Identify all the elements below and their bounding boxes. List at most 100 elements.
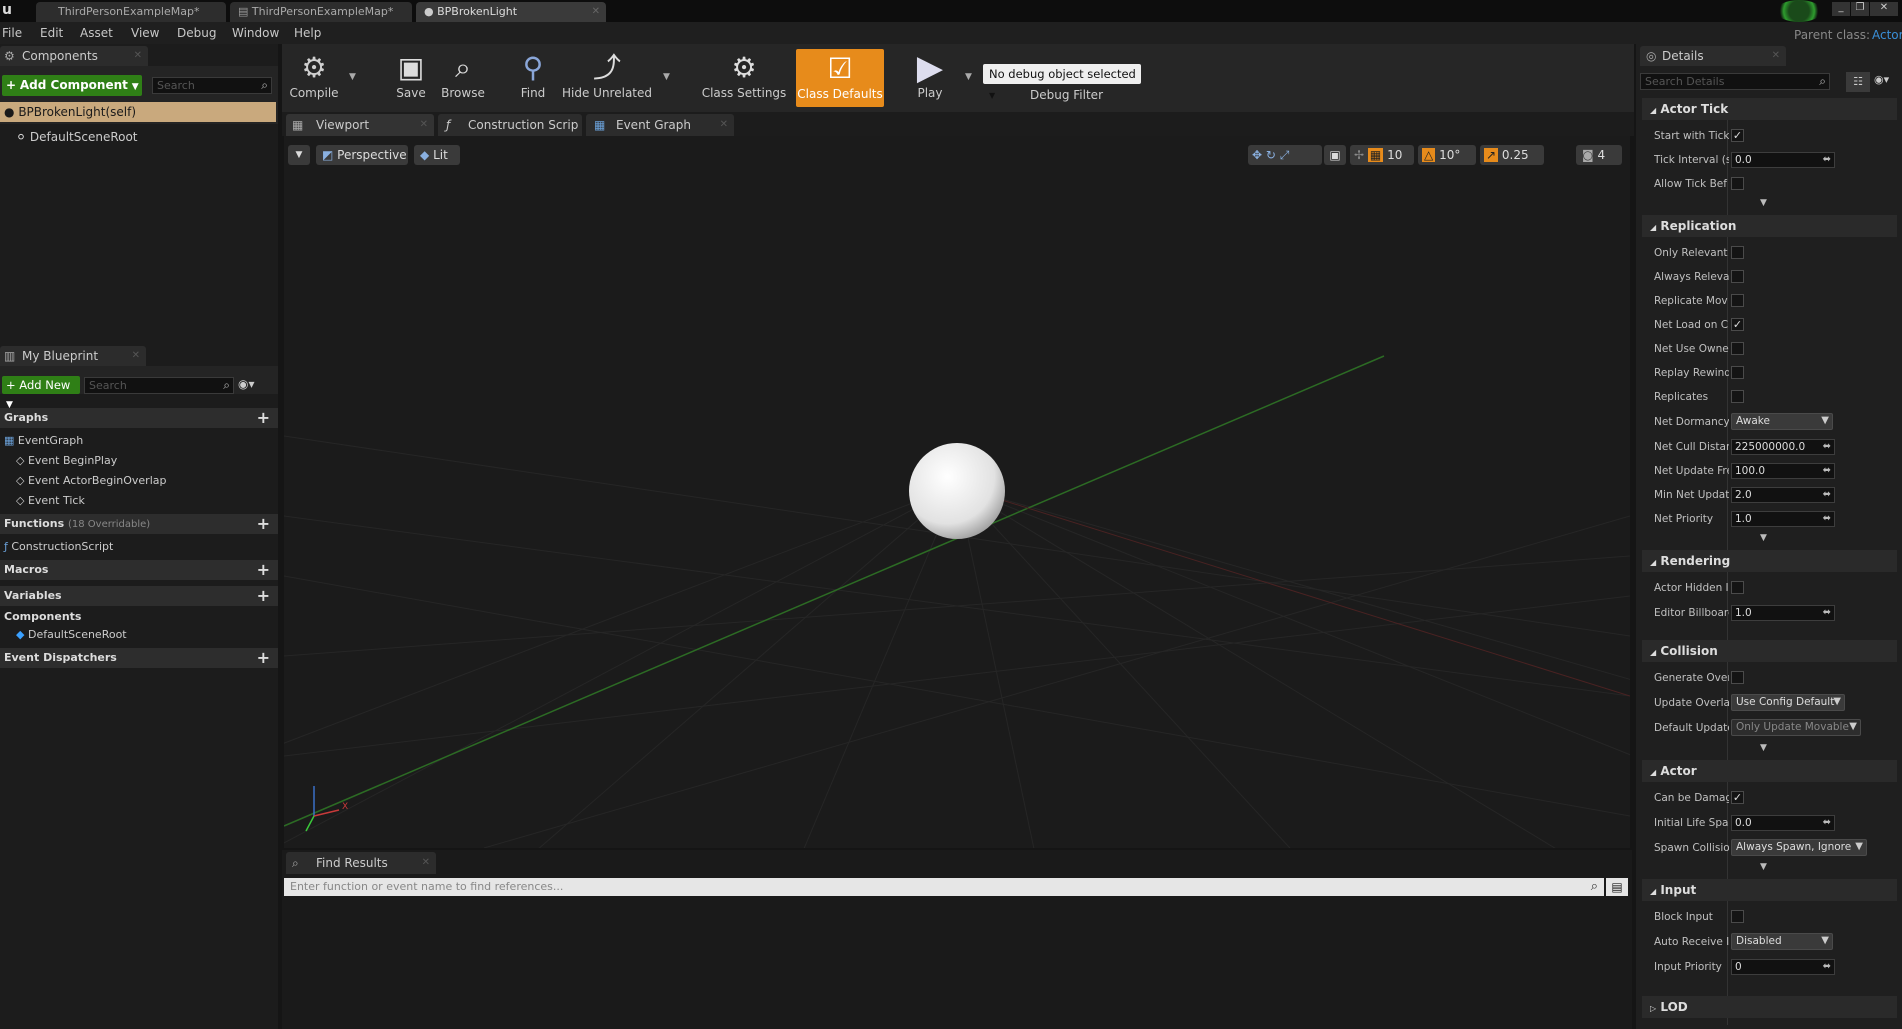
event-begin-play-item[interactable]: ◇ Event BeginPlay (16, 454, 117, 467)
actor-tick-category[interactable]: ◢ Actor Tick (1642, 98, 1897, 120)
lod-category[interactable]: ▷ LOD (1642, 996, 1897, 1018)
initial-life-span-field[interactable]: 0.0 ⬌ (1731, 815, 1835, 831)
details-tab[interactable]: ◎ Details ✕ (1640, 46, 1786, 66)
lit-button[interactable]: ◆ Lit (414, 145, 460, 165)
event-dispatchers-section-header[interactable]: Event Dispatchers + (0, 648, 278, 668)
replication-category[interactable]: ◢ Replication (1642, 215, 1897, 237)
rotation-snap-button[interactable]: △ 10° (1418, 145, 1476, 165)
tab-construction-script[interactable]: ƒ Construction Scrip (438, 114, 582, 136)
close-icon[interactable]: ✕ (720, 114, 728, 136)
net-cull-distance-field[interactable]: 225000000.0 ⬌ (1731, 439, 1835, 455)
add-graph-plus-icon[interactable]: + (257, 408, 270, 428)
components-tab[interactable]: ⚙ Components ✕ (0, 46, 148, 66)
perspective-button[interactable]: ◩ Perspective (316, 145, 408, 165)
replicate-movement-checkbox[interactable] (1731, 294, 1744, 307)
input-category[interactable]: ◢ Input (1642, 879, 1897, 901)
block-input-checkbox[interactable] (1731, 910, 1744, 923)
tab-event-graph[interactable]: ▦ Event Graph ✕ (586, 114, 734, 136)
parent-class-link[interactable]: Actor (1872, 28, 1902, 42)
add-new-button[interactable]: + Add New ▼ (2, 376, 80, 410)
generate-overlap-events-checkbox[interactable] (1731, 671, 1744, 684)
only-relevant-to-owner-checkbox[interactable] (1731, 246, 1744, 259)
can-be-damaged-checkbox[interactable]: ✓ (1731, 791, 1744, 804)
actor-category[interactable]: ◢ Actor (1642, 760, 1897, 782)
camera-speed-button[interactable]: ◙ 4 (1576, 145, 1622, 165)
translate-icon[interactable]: ✥ (1252, 148, 1262, 162)
add-component-button[interactable]: + Add Component ▼ (2, 75, 142, 96)
hide-unrelated-options-chevron-icon[interactable]: ▼ (663, 72, 670, 82)
window-minimize-button[interactable]: _ (1832, 2, 1850, 16)
play-options-chevron-icon[interactable]: ▼ (965, 72, 972, 82)
grid-snap-button[interactable]: ✢ ▦ 10 (1350, 145, 1414, 165)
add-macro-plus-icon[interactable]: + (257, 560, 270, 580)
construction-script-item[interactable]: ƒ ConstructionScript (4, 540, 113, 553)
always-relevant-checkbox[interactable] (1731, 270, 1744, 283)
graphs-section-header[interactable]: Graphs + (0, 408, 278, 428)
allow-tick-before-begin-play-checkbox[interactable] (1731, 177, 1744, 190)
eye-visibility-icon[interactable]: ◉▾ (1874, 73, 1889, 86)
property-matrix-icon[interactable]: ☷ (1846, 72, 1870, 92)
net-load-on-client-checkbox[interactable]: ✓ (1731, 318, 1744, 331)
add-variable-plus-icon[interactable]: + (257, 586, 270, 606)
net-update-frequency-field[interactable]: 100.0 ⬌ (1731, 463, 1835, 479)
my-blueprint-tab[interactable]: ▥ My Blueprint ✕ (0, 346, 146, 366)
menu-file[interactable]: File (2, 26, 22, 40)
window-restore-button[interactable]: ❐ (1851, 2, 1869, 16)
class-defaults-button[interactable]: ☑ Class Defaults (796, 49, 884, 107)
replicates-checkbox[interactable] (1731, 390, 1744, 403)
viewport-3d[interactable]: X (284, 136, 1630, 848)
eye-visibility-icon[interactable]: ◉▾ (238, 377, 255, 391)
component-item-default-scene-root[interactable]: ⚪ DefaultSceneRoot (16, 130, 138, 144)
update-overlaps-method-select[interactable]: Use Config Default ▼ (1731, 694, 1845, 711)
menu-asset[interactable]: Asset (80, 26, 113, 40)
start-with-tick-checkbox[interactable]: ✓ (1731, 129, 1744, 142)
close-icon[interactable]: ✕ (422, 852, 430, 874)
menu-debug[interactable]: Debug (177, 26, 216, 40)
find-results-tab[interactable]: ⌕ Find Results ✕ (286, 852, 436, 874)
menu-window[interactable]: Window (232, 26, 279, 40)
advanced-expand-icon[interactable]: ▼ (1760, 533, 1767, 543)
document-tab-map-2[interactable]: ▤ ThirdPersonExampleMap* (230, 2, 412, 22)
net-use-owner-relevancy-checkbox[interactable] (1731, 342, 1744, 355)
debug-object-select[interactable]: No debug object selected ▼ (983, 64, 1141, 100)
functions-section-header[interactable]: Functions (18 Overridable) + (0, 514, 278, 534)
compile-button[interactable]: ⚙ Compile (282, 48, 346, 108)
event-graph-item[interactable]: ▦ EventGraph (4, 434, 83, 447)
compile-options-chevron-icon[interactable]: ▼ (349, 72, 356, 82)
components-search-input[interactable]: Search ⌕ (152, 77, 272, 94)
spawn-collision-handling-select[interactable]: Always Spawn, Ignore C ▼ (1731, 839, 1867, 856)
find-in-all-blueprints-button[interactable]: ▤ (1606, 878, 1628, 896)
editor-billboard-scale-field[interactable]: 1.0 ⬌ (1731, 605, 1835, 621)
replay-rewindable-checkbox[interactable] (1731, 366, 1744, 379)
scale-snap-button[interactable]: ↗ 0.25 (1480, 145, 1544, 165)
scale-icon[interactable]: ⤢ (1280, 148, 1290, 162)
input-priority-field[interactable]: 0 ⬌ (1731, 959, 1835, 975)
event-actor-begin-overlap-item[interactable]: ◇ Event ActorBeginOverlap (16, 474, 166, 487)
find-button[interactable]: ⚲ Find (500, 48, 566, 108)
auto-receive-input-select[interactable]: Disabled ▼ (1731, 933, 1833, 950)
advanced-expand-icon[interactable]: ▼ (1760, 862, 1767, 872)
close-icon[interactable]: ✕ (420, 114, 428, 136)
menu-view[interactable]: View (131, 26, 159, 40)
document-tab-blueprint[interactable]: ● BPBrokenLight ✕ (416, 2, 606, 22)
variables-section-header[interactable]: Variables + (0, 586, 278, 606)
hide-unrelated-button[interactable]: ⤴ Hide Unrelated (562, 48, 652, 108)
min-net-update-frequency-field[interactable]: 2.0 ⬌ (1731, 487, 1835, 503)
surface-snap-button[interactable]: ▣ (1324, 145, 1346, 165)
viewport-options-button[interactable]: ▼ (288, 145, 310, 165)
close-icon[interactable]: ✕ (132, 346, 140, 366)
close-icon[interactable]: ✕ (592, 2, 600, 21)
window-close-button[interactable]: ✕ (1870, 2, 1898, 16)
close-icon[interactable]: ✕ (134, 46, 142, 66)
net-priority-field[interactable]: 1.0 ⬌ (1731, 511, 1835, 527)
advanced-expand-icon[interactable]: ▼ (1760, 198, 1767, 208)
advanced-expand-icon[interactable]: ▼ (1760, 743, 1767, 753)
unreal-logo-icon[interactable]: u (2, 2, 12, 18)
default-update-overlaps-select[interactable]: Only Update Movable ▼ (1731, 719, 1861, 736)
details-search-input[interactable]: Search Details ⌕ (1640, 73, 1830, 90)
class-settings-button[interactable]: ⚙ Class Settings (698, 48, 790, 108)
net-dormancy-select[interactable]: Awake ▼ (1731, 413, 1833, 430)
menu-help[interactable]: Help (294, 26, 321, 40)
browse-button[interactable]: ⌕ Browse (430, 48, 496, 108)
rendering-category[interactable]: ◢ Rendering (1642, 550, 1897, 572)
